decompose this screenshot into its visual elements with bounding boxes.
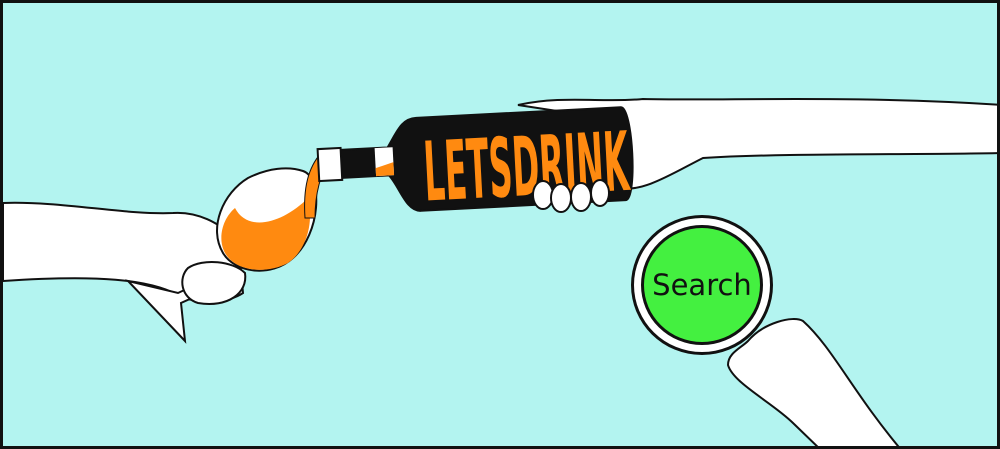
right-hand-holding-button (726, 318, 900, 446)
search-button-label[interactable]: Search (641, 225, 763, 345)
bottle-cap (316, 146, 344, 183)
illustration: LETSDRINK (3, 97, 997, 446)
banner: LETSDRINK Search (0, 0, 1000, 449)
search-button[interactable]: Search (631, 215, 773, 355)
